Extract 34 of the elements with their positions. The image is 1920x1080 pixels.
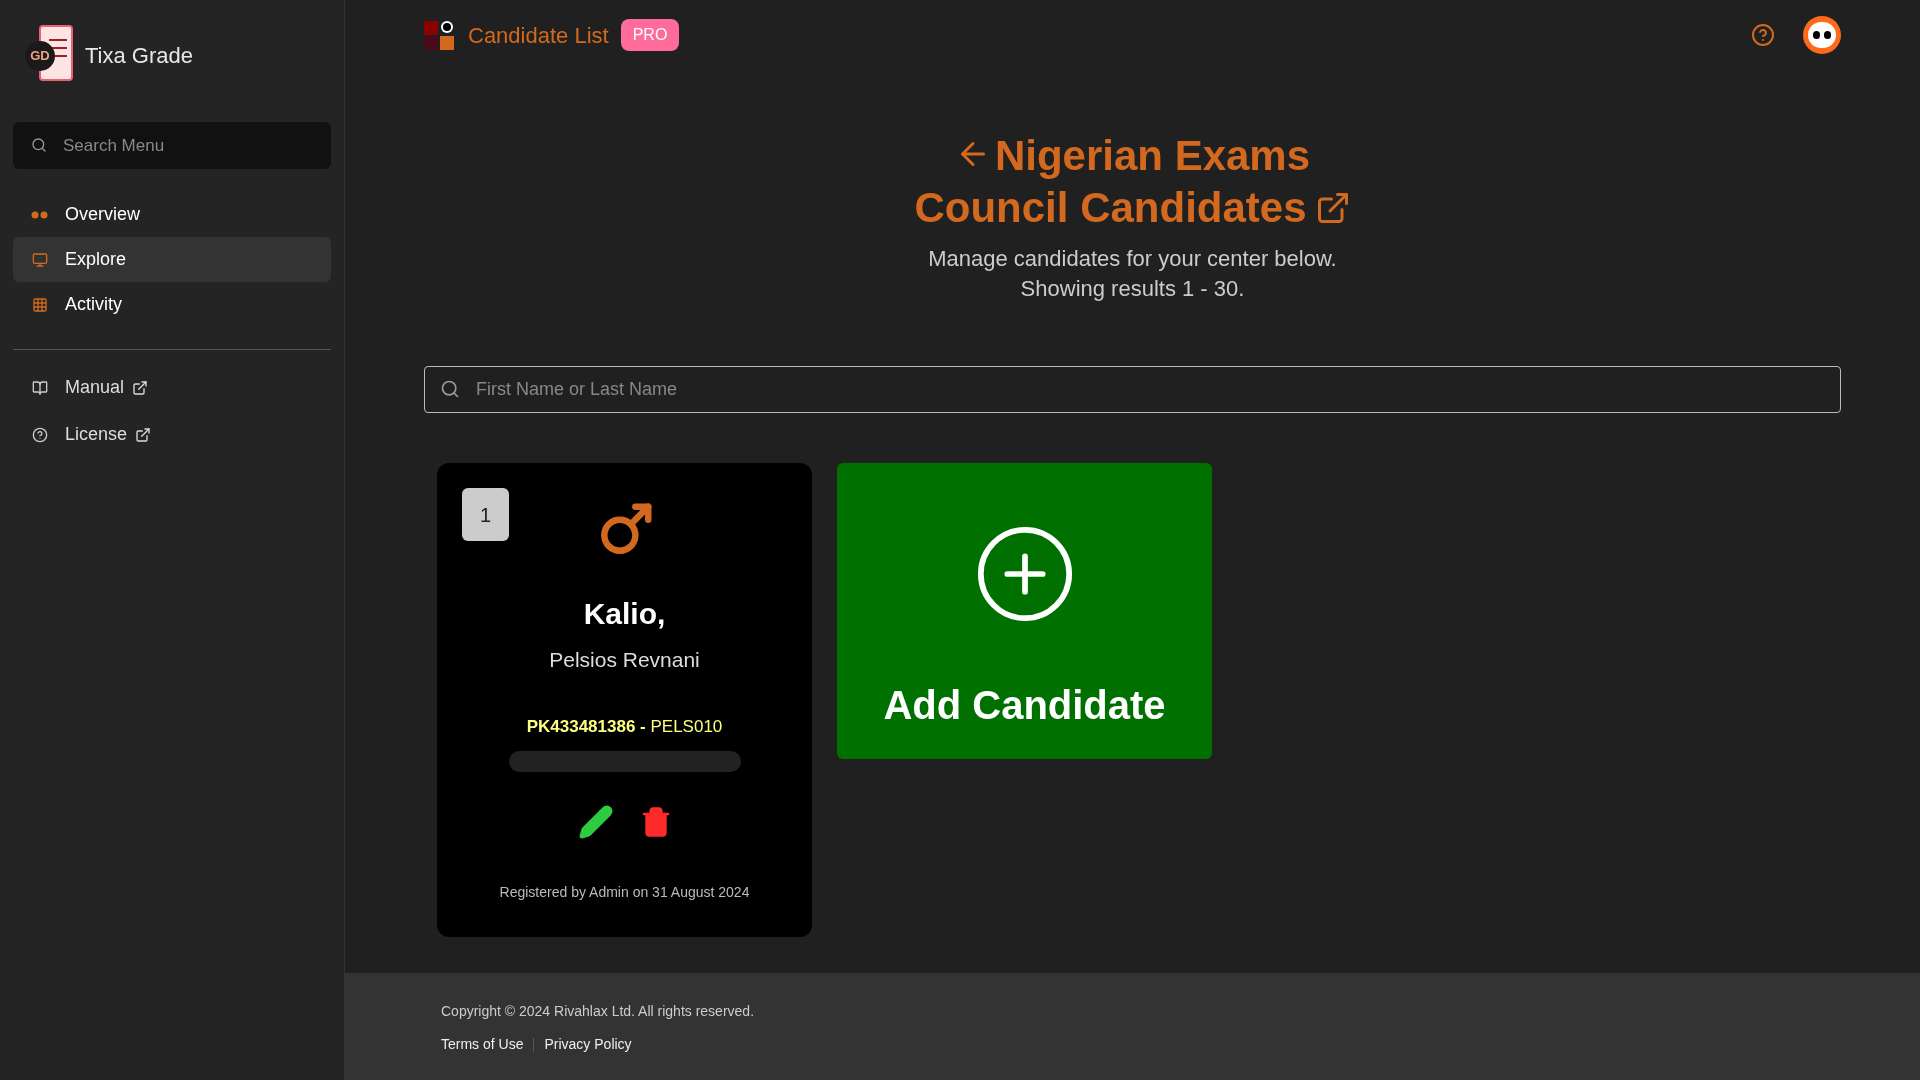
help-icon[interactable] bbox=[1751, 23, 1775, 47]
external-link[interactable]: Manual bbox=[13, 364, 331, 411]
footer-link[interactable]: Terms of Use bbox=[441, 1034, 524, 1055]
search-field[interactable]: Search Menu bbox=[13, 122, 331, 169]
copyright-text: Copyright © 2024 Rivahlax Ltd. All rights reserved. bbox=[441, 1002, 756, 1021]
external-link[interactable]: License bbox=[13, 411, 331, 458]
edit-icon[interactable] bbox=[577, 804, 614, 840]
help-icon bbox=[32, 426, 48, 443]
nav-item[interactable]: Overview bbox=[13, 192, 331, 237]
footer-link[interactable]: Privacy Policy bbox=[544, 1034, 632, 1055]
page-heading: Nigerian Exams Council Candidates bbox=[902, 130, 1363, 234]
subtitle-text: Manage candidates for your center below. bbox=[928, 245, 1337, 273]
book-icon bbox=[32, 379, 48, 396]
external-link-icon bbox=[135, 426, 152, 443]
brand-name: Tixa Grade bbox=[85, 41, 193, 70]
candidate-code: PK433481386 - PELS010 bbox=[526, 715, 723, 738]
grid-icon bbox=[32, 296, 48, 313]
pro-badge: PRO bbox=[620, 19, 680, 51]
search-icon bbox=[31, 137, 47, 153]
candidate-number: 1 bbox=[462, 488, 509, 541]
logo-text: GD bbox=[25, 41, 55, 71]
candidate-surname: Kalio, bbox=[583, 596, 666, 632]
app-logo-icon bbox=[424, 19, 456, 51]
subtitle-text: Showing results 1 - 30. bbox=[1020, 275, 1245, 303]
search-field[interactable]: First Name or Last Name bbox=[424, 366, 1841, 413]
nav-item[interactable]: Activity bbox=[13, 282, 331, 327]
external-link-icon bbox=[132, 379, 149, 396]
search-icon bbox=[440, 379, 460, 399]
nav-item[interactable]: Explore bbox=[13, 237, 331, 282]
registration-note: Registered by Admin on 31 August 2024 bbox=[499, 883, 750, 902]
add-candidate-button[interactable]: Add Candidate bbox=[837, 463, 1212, 759]
dots-icon bbox=[31, 210, 49, 219]
page-title: Candidate List bbox=[468, 21, 609, 50]
candidate-given-names: Pelsios Revnani bbox=[549, 647, 700, 673]
